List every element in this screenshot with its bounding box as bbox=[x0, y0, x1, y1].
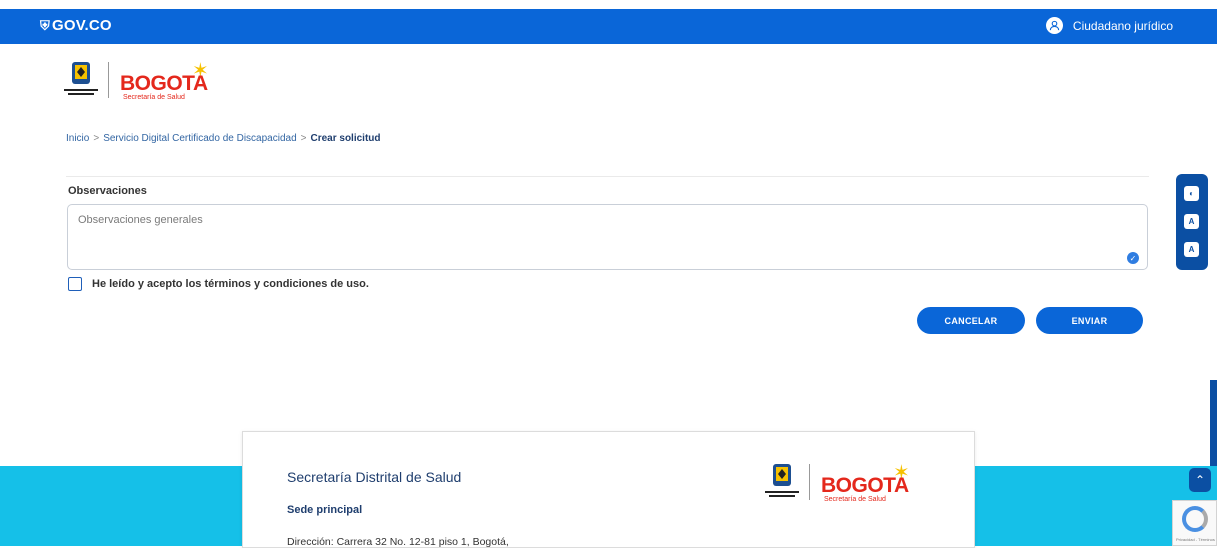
gov-co-text: GOV.CO bbox=[51, 17, 112, 34]
observaciones-textarea[interactable]: Observaciones generales ✓ bbox=[67, 204, 1148, 270]
footer-address: Dirección: Carrera 32 No. 12-81 piso 1, … bbox=[287, 536, 509, 548]
gov-co-logo[interactable]: ⛨ GOV.CO bbox=[40, 17, 112, 34]
recaptcha-badge[interactable]: Privacidad - Términos bbox=[1172, 500, 1217, 546]
footer-card: Secretaría Distrital de Salud Sede princ… bbox=[242, 431, 975, 548]
terms-label: He leído y acepto los términos y condici… bbox=[92, 278, 369, 290]
terms-checkbox[interactable] bbox=[68, 277, 82, 291]
observaciones-placeholder: Observaciones generales bbox=[78, 214, 203, 226]
gov-header-bar: ⛨ GOV.CO Ciudadano jurídico bbox=[0, 9, 1217, 44]
breadcrumb-separator: > bbox=[300, 133, 307, 144]
section-divider bbox=[66, 176, 1149, 177]
logo-divider bbox=[108, 62, 109, 98]
bogota-wordmark: BOGOTA bbox=[821, 474, 909, 497]
breadcrumb-inicio[interactable]: Inicio bbox=[66, 133, 89, 144]
breadcrumb-servicio[interactable]: Servicio Digital Certificado de Discapac… bbox=[103, 133, 296, 144]
send-button[interactable]: ENVIAR bbox=[1036, 307, 1143, 334]
terms-row[interactable]: He leído y acepto los términos y condici… bbox=[68, 277, 369, 291]
grammar-check-icon[interactable]: ✓ bbox=[1127, 252, 1139, 264]
increase-font-icon[interactable]: A bbox=[1184, 242, 1199, 257]
scroll-to-top-button[interactable]: ⌃ bbox=[1189, 468, 1211, 492]
footer-sede: Sede principal bbox=[287, 504, 363, 516]
footer-title: Secretaría Distrital de Salud bbox=[287, 469, 462, 485]
breadcrumb: Inicio > Servicio Digital Certificado de D… bbox=[66, 133, 381, 144]
user-label: Ciudadano jurídico bbox=[1072, 18, 1173, 33]
recaptcha-text: Privacidad - Términos bbox=[1176, 537, 1215, 542]
logo-subtitle: Secretaría de Salud bbox=[123, 94, 185, 101]
cancel-button[interactable]: CANCELAR bbox=[917, 307, 1025, 334]
contrast-icon[interactable]: ◐ bbox=[1184, 186, 1199, 201]
gov-shield-icon: ⛨ bbox=[40, 18, 50, 33]
logo-subtitle: Secretaría de Salud bbox=[824, 496, 886, 503]
decrease-font-icon[interactable]: A bbox=[1184, 214, 1199, 229]
scrollbar-thumb[interactable] bbox=[1210, 380, 1217, 466]
chevron-up-icon: ⌃ bbox=[1194, 473, 1206, 487]
breadcrumb-current: Crear solicitud bbox=[310, 133, 381, 144]
escudo-bogota-icon bbox=[765, 464, 799, 497]
bogota-wordmark: BOGOTA bbox=[120, 72, 208, 95]
top-strip bbox=[0, 0, 1217, 9]
recaptcha-icon bbox=[1182, 506, 1208, 532]
user-icon bbox=[1045, 17, 1063, 34]
logo-divider bbox=[809, 464, 810, 500]
footer-logo: ✶ BOGOTA Secretaría de Salud bbox=[763, 460, 923, 506]
user-menu[interactable]: Ciudadano jurídico bbox=[1045, 17, 1173, 34]
escudo-bogota-icon bbox=[64, 62, 98, 95]
observaciones-label: Observaciones bbox=[68, 185, 147, 197]
secretaria-salud-logo[interactable]: ✶ BOGOTA Secretaría de Salud bbox=[62, 58, 222, 104]
accessibility-toolbar: ◐ A A bbox=[1176, 174, 1208, 270]
breadcrumb-separator: > bbox=[93, 133, 100, 144]
